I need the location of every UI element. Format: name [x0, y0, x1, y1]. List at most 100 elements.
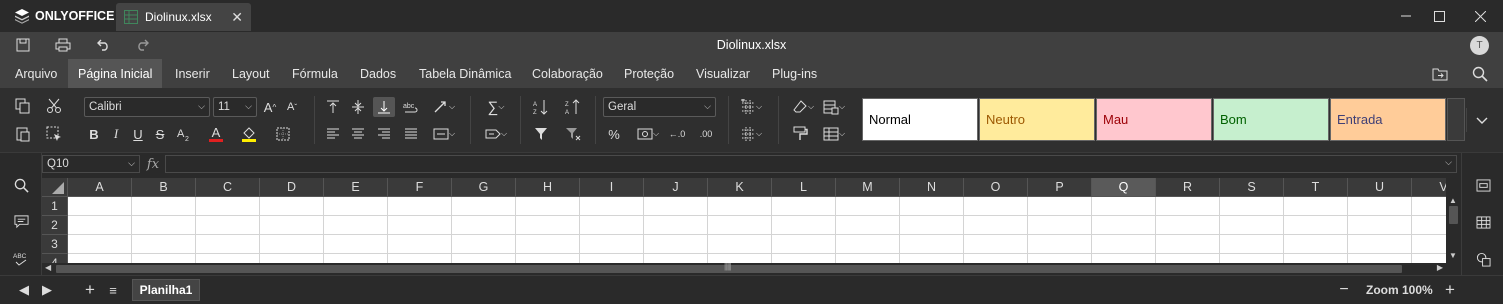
align-middle-icon[interactable] — [347, 97, 369, 117]
percent-icon[interactable]: % — [603, 124, 625, 144]
scroll-left-icon[interactable]: ◀ — [45, 263, 51, 272]
underline-button[interactable]: U — [127, 124, 149, 144]
style-neutro[interactable]: Neutro — [979, 98, 1095, 141]
bold-button[interactable]: B — [83, 124, 105, 144]
vertical-scrollbar[interactable]: ▲ ▼ — [1446, 196, 1461, 263]
row-header-1[interactable]: 1 — [42, 197, 68, 216]
column-header-j[interactable]: J — [644, 178, 708, 197]
column-header-f[interactable]: F — [388, 178, 452, 197]
align-right-icon[interactable] — [373, 124, 395, 144]
sort-ascending-icon[interactable]: AZ — [530, 97, 552, 117]
column-header-d[interactable]: D — [260, 178, 324, 197]
decrease-decimal-icon[interactable]: ←.0 — [666, 124, 688, 144]
copy-icon[interactable] — [12, 96, 34, 116]
font-name-combo[interactable]: Calibri ⌵ — [84, 97, 210, 117]
file-tab[interactable]: Diolinux.xlsx ✕ — [116, 3, 251, 31]
merge-cells-icon[interactable]: ⌵ — [430, 124, 458, 144]
column-header-v[interactable]: V — [1412, 178, 1446, 197]
sheet-tab-planilha1[interactable]: Planilha1 — [132, 279, 200, 301]
vertical-scroll-thumb[interactable] — [1449, 206, 1458, 224]
style-mau[interactable]: Mau — [1096, 98, 1212, 141]
prev-sheet-icon[interactable]: ◀ — [15, 281, 33, 299]
column-header-c[interactable]: C — [196, 178, 260, 197]
conditional-format-icon[interactable]: ⌵ — [820, 97, 848, 117]
tab-formula[interactable]: Fórmula — [292, 59, 338, 88]
align-bottom-icon[interactable] — [373, 97, 395, 117]
increase-decimal-icon[interactable]: .00 — [695, 124, 717, 144]
copy-style-icon[interactable] — [789, 124, 811, 144]
tab-dados[interactable]: Dados — [360, 59, 396, 88]
italic-button[interactable]: I — [105, 124, 127, 144]
horizontal-scroll-thumb[interactable]: |||||| — [56, 262, 1402, 273]
column-header-l[interactable]: L — [772, 178, 836, 197]
cut-icon[interactable] — [43, 96, 65, 116]
named-ranges-icon[interactable]: ⌵ — [482, 124, 510, 144]
row-header-4[interactable]: 4 — [42, 254, 68, 263]
align-left-icon[interactable] — [322, 124, 344, 144]
format-as-table-icon[interactable]: ⌵ — [820, 124, 848, 144]
user-avatar[interactable]: T — [1470, 36, 1489, 55]
add-sheet-icon[interactable]: + — [81, 280, 99, 299]
fill-color-icon[interactable] — [238, 124, 260, 144]
strikethrough-button[interactable]: S — [149, 124, 171, 144]
style-normal[interactable]: Normal — [862, 98, 978, 141]
column-header-h[interactable]: H — [516, 178, 580, 197]
subscript-icon[interactable]: A2 — [173, 124, 195, 144]
sum-icon[interactable]: ∑ ⌵ — [482, 97, 510, 117]
tab-colaboracao[interactable]: Colaboração — [532, 59, 603, 88]
close-tab-icon[interactable]: ✕ — [231, 9, 243, 26]
row-header-3[interactable]: 3 — [42, 235, 68, 254]
number-format-combo[interactable]: Geral ⌵ — [603, 97, 716, 117]
text-orientation-icon[interactable]: ⌵ — [430, 97, 458, 117]
select-all-corner[interactable] — [42, 178, 68, 197]
column-header-n[interactable]: N — [900, 178, 964, 197]
delete-cells-icon[interactable]: ⌵ — [737, 124, 765, 144]
select-all-icon[interactable] — [43, 124, 65, 144]
function-icon[interactable]: fx — [142, 155, 164, 173]
clear-filter-icon[interactable] — [562, 124, 584, 144]
maximize-icon[interactable] — [1419, 0, 1459, 32]
sheet-list-icon[interactable]: ≡ — [104, 281, 122, 299]
tab-pagina-inicial[interactable]: Página Inicial — [68, 59, 163, 88]
style-entrada[interactable]: Entrada — [1330, 98, 1446, 141]
align-top-icon[interactable] — [322, 97, 344, 117]
filter-icon[interactable] — [530, 124, 552, 144]
column-header-r[interactable]: R — [1156, 178, 1220, 197]
column-header-i[interactable]: I — [580, 178, 644, 197]
tab-layout[interactable]: Layout — [232, 59, 270, 88]
insert-cells-icon[interactable]: ⌵ — [737, 97, 765, 117]
sort-descending-icon[interactable]: ZA — [562, 97, 584, 117]
align-justify-icon[interactable] — [400, 124, 422, 144]
decrease-font-icon[interactable]: Aˇ — [281, 97, 303, 117]
comments-icon[interactable] — [11, 212, 31, 230]
paste-icon[interactable] — [12, 124, 34, 144]
scroll-right-icon[interactable]: ▶ — [1437, 263, 1443, 272]
spreadsheet-grid[interactable]: ABCDEFGHIJKLMNOPQRSTUV 1 2 3 4 — [42, 178, 1446, 263]
column-header-m[interactable]: M — [836, 178, 900, 197]
spellcheck-icon[interactable]: ABC — [11, 249, 31, 267]
column-header-k[interactable]: K — [708, 178, 772, 197]
align-center-icon[interactable] — [347, 124, 369, 144]
column-header-o[interactable]: O — [964, 178, 1028, 197]
cell-settings-icon[interactable] — [1473, 176, 1493, 194]
column-header-t[interactable]: T — [1284, 178, 1348, 197]
column-header-a[interactable]: A — [68, 178, 132, 197]
tab-arquivo[interactable]: Arquivo — [15, 59, 57, 88]
column-header-u[interactable]: U — [1348, 178, 1412, 197]
table-settings-icon[interactable] — [1473, 213, 1493, 231]
font-size-combo[interactable]: 11 ⌵ — [213, 97, 257, 117]
tab-plugins[interactable]: Plug-ins — [772, 59, 817, 88]
scroll-up-icon[interactable]: ▲ — [1449, 196, 1457, 205]
expand-styles-icon[interactable] — [1466, 108, 1496, 132]
column-header-p[interactable]: P — [1028, 178, 1092, 197]
zoom-out-icon[interactable]: − — [1335, 281, 1353, 299]
search-icon[interactable] — [1469, 64, 1491, 84]
currency-icon[interactable]: ⌵ — [634, 124, 662, 144]
horizontal-scrollbar[interactable]: ◀ |||||| ▶ — [42, 262, 1446, 275]
next-sheet-icon[interactable]: ▶ — [38, 281, 56, 299]
window-close-icon[interactable] — [1460, 0, 1500, 32]
zoom-in-icon[interactable]: + — [1441, 280, 1459, 299]
scroll-down-icon[interactable]: ▼ — [1449, 251, 1457, 260]
formula-input[interactable]: ⌵ — [165, 155, 1457, 173]
tab-visualizar[interactable]: Visualizar — [696, 59, 750, 88]
